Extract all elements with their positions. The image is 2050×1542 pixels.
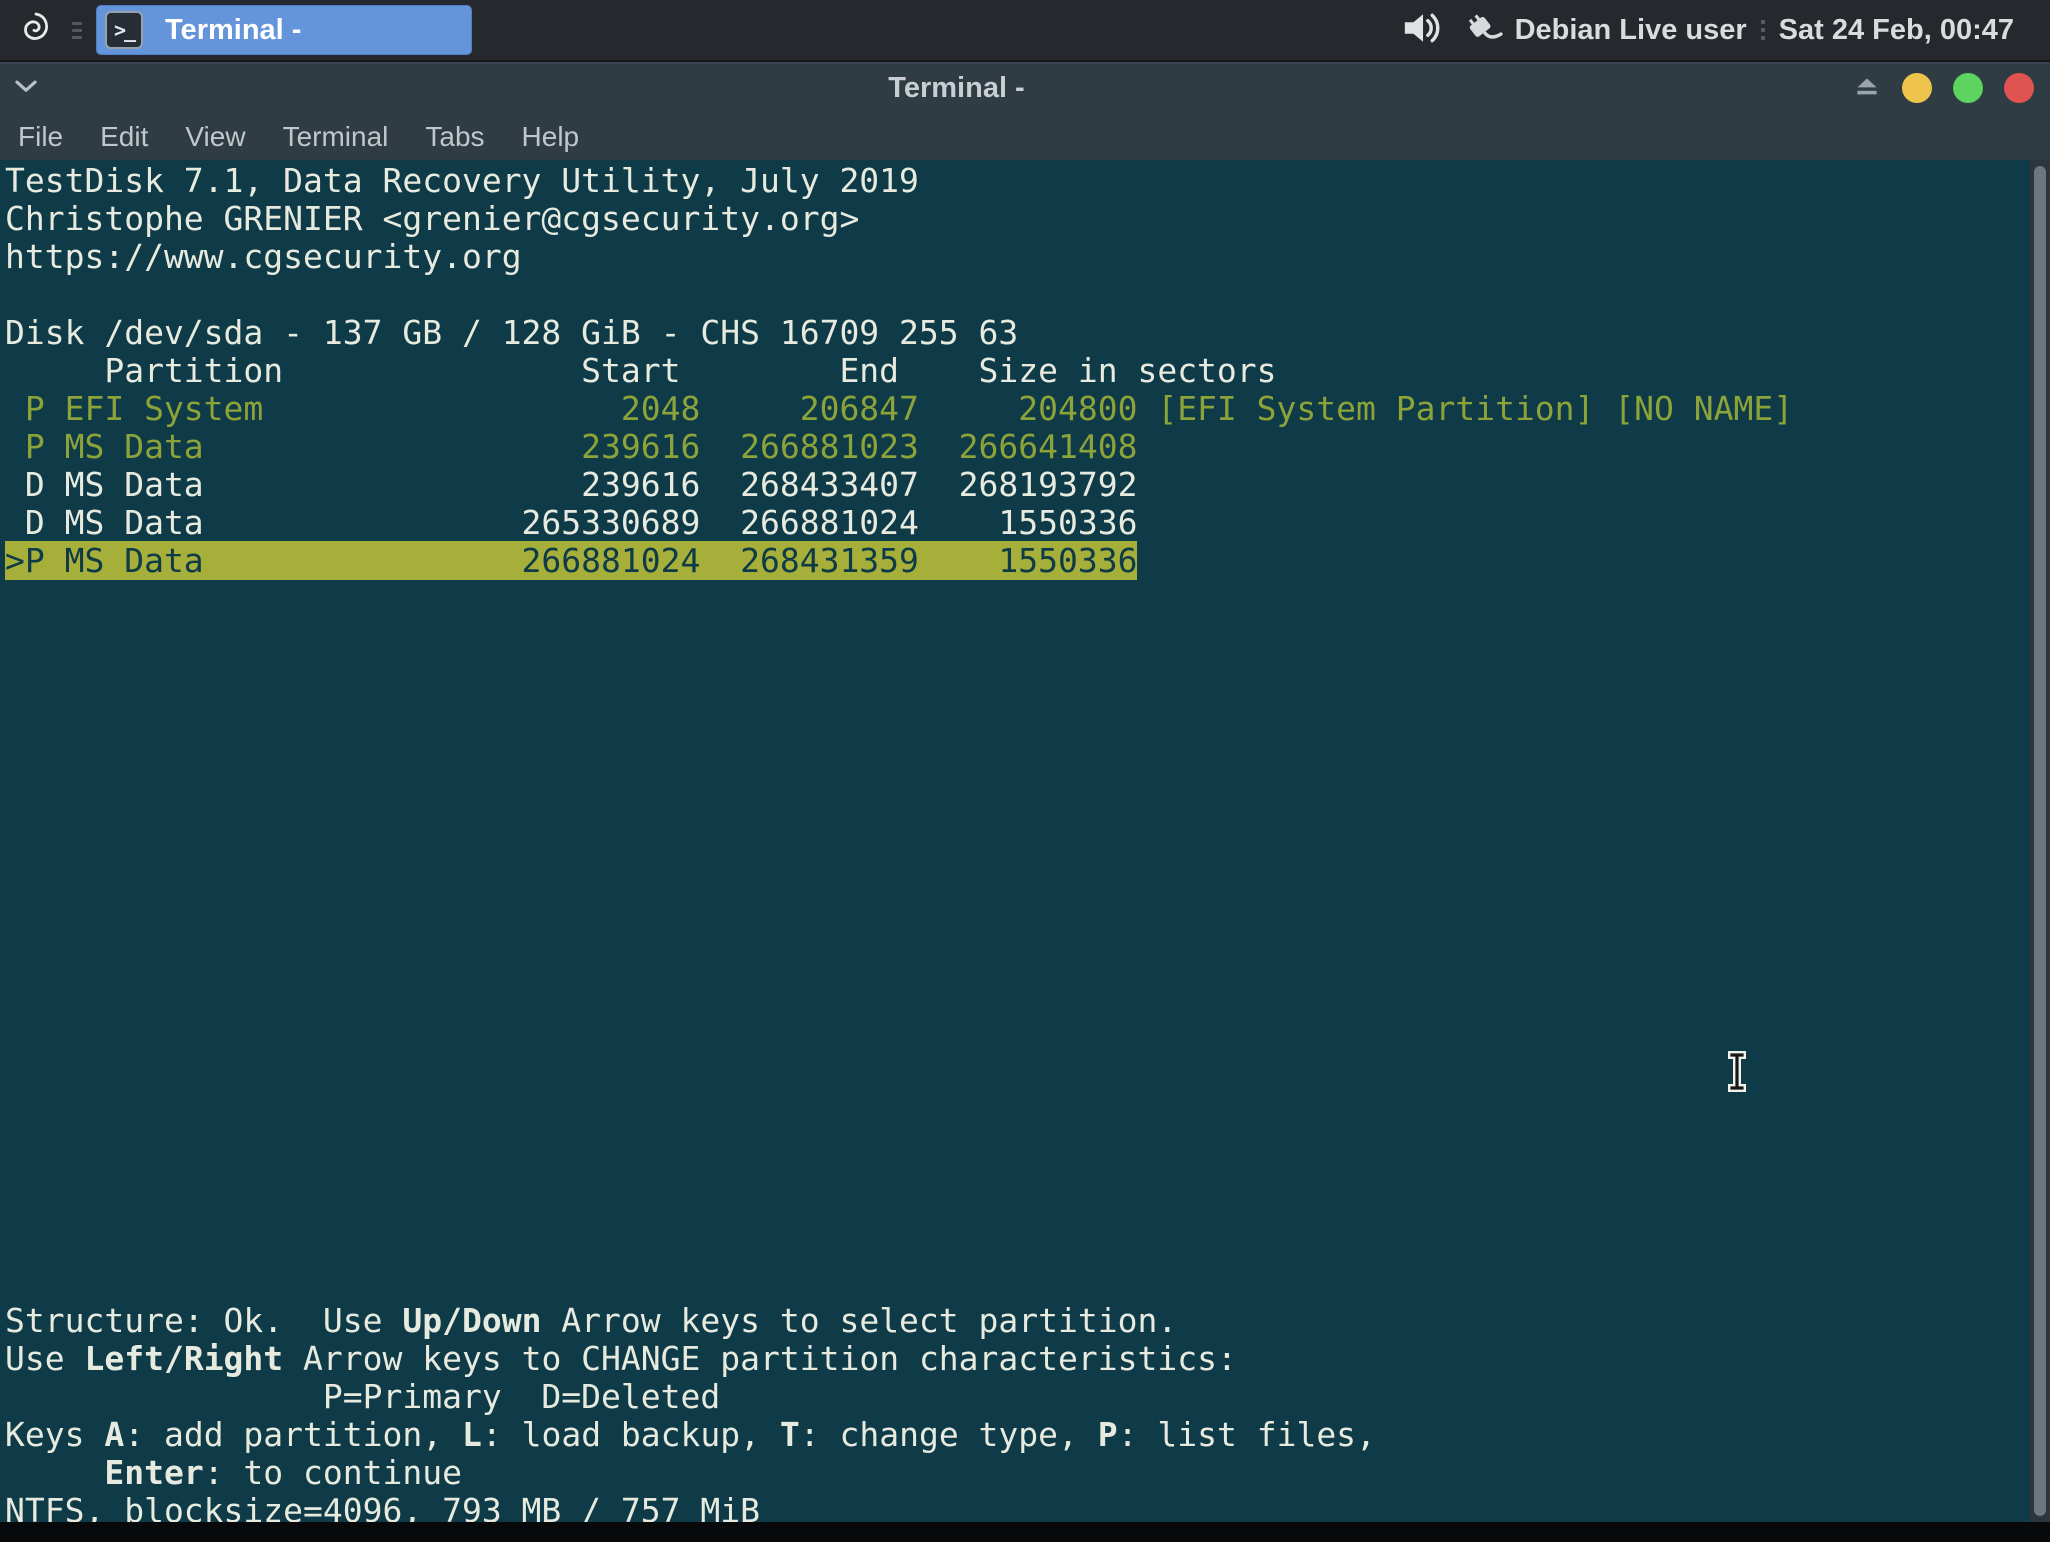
close-button[interactable] [2004, 73, 2034, 103]
terminal-line [5, 618, 2050, 656]
terminal-line: Keys A: add partition, L: load backup, T… [5, 1416, 2050, 1454]
logged-in-user-label: Debian Live user [1515, 14, 1747, 47]
menu-item-file[interactable]: File [18, 121, 63, 153]
desktop-bottom-strip [0, 1522, 2050, 1542]
window-titlebar: Terminal - [0, 62, 2050, 114]
volume-icon[interactable] [1401, 8, 1447, 53]
scrollbar-track[interactable] [2030, 160, 2050, 1522]
terminal-output[interactable]: TestDisk 7.1, Data Recovery Utility, Jul… [0, 160, 2050, 1530]
eject-icon [1853, 75, 1881, 102]
terminal-line [5, 656, 2050, 694]
terminal-line: TestDisk 7.1, Data Recovery Utility, Jul… [5, 162, 2050, 200]
maximize-button[interactable] [1953, 73, 1983, 103]
menu-item-view[interactable]: View [185, 121, 245, 153]
terminal-line: P EFI System 2048 206847 204800 [EFI Sys… [5, 390, 2050, 428]
top-panel: >_ Terminal - Debian Live user Sat 24 Fe… [0, 0, 2050, 62]
terminal-line: Use Left/Right Arrow keys to CHANGE part… [5, 1340, 2050, 1378]
terminal-line: Enter: to continue [5, 1454, 2050, 1492]
debian-logo-icon[interactable] [12, 6, 56, 54]
menu-item-tabs[interactable]: Tabs [425, 121, 484, 153]
minimize-button[interactable] [1902, 73, 1932, 103]
terminal-line: Christophe GRENIER <grenier@cgsecurity.o… [5, 200, 2050, 238]
terminal-viewport[interactable]: TestDisk 7.1, Data Recovery Utility, Jul… [0, 160, 2050, 1522]
chevron-down-icon [13, 78, 39, 99]
terminal-line [5, 1188, 2050, 1226]
terminal-line [5, 922, 2050, 960]
terminal-line: Disk /dev/sda - 137 GB / 128 GiB - CHS 1… [5, 314, 2050, 352]
terminal-line [5, 884, 2050, 922]
selected-partition-row: >P MS Data 266881024 268431359 1550336 [5, 542, 2050, 580]
terminal-line: P MS Data 239616 266881023 266641408 [5, 428, 2050, 466]
clock[interactable]: Sat 24 Feb, 00:47 [1779, 14, 2014, 47]
terminal-line [5, 998, 2050, 1036]
scrollbar-thumb[interactable] [2034, 166, 2046, 1516]
terminal-line [5, 770, 2050, 808]
terminal-taskbar-button[interactable]: >_ Terminal - [96, 5, 472, 55]
terminal-menubar: File Edit View Terminal Tabs Help [0, 114, 2050, 160]
terminal-line: Partition Start End Size in sectors [5, 352, 2050, 390]
terminal-line [5, 732, 2050, 770]
terminal-line [5, 1226, 2050, 1264]
terminal-line [5, 1264, 2050, 1302]
panel-separator-icon [1761, 20, 1765, 40]
taskbar-button-label: Terminal - [165, 14, 301, 47]
terminal-line [5, 1112, 2050, 1150]
menu-item-edit[interactable]: Edit [100, 121, 148, 153]
terminal-line: https://www.cgsecurity.org [5, 238, 2050, 276]
terminal-line: D MS Data 239616 268433407 268193792 [5, 466, 2050, 504]
network-icon[interactable] [1459, 7, 1503, 54]
terminal-line [5, 276, 2050, 314]
window-title: Terminal - [60, 72, 1853, 105]
terminal-line [5, 960, 2050, 998]
window-shade-button[interactable] [0, 78, 60, 99]
terminal-line: P=Primary D=Deleted [5, 1378, 2050, 1416]
rollup-button[interactable] [1853, 76, 1881, 100]
terminal-line [5, 694, 2050, 732]
panel-handle-icon [72, 22, 82, 39]
terminal-line [5, 1150, 2050, 1188]
ibeam-cursor [1727, 1050, 1747, 1099]
terminal-line: D MS Data 265330689 266881024 1550336 [5, 504, 2050, 542]
terminal-line [5, 808, 2050, 846]
terminal-app-icon: >_ [105, 11, 143, 49]
menu-item-terminal[interactable]: Terminal [283, 121, 389, 153]
terminal-line [5, 580, 2050, 618]
menu-item-help[interactable]: Help [522, 121, 580, 153]
terminal-line: Structure: Ok. Use Up/Down Arrow keys to… [5, 1302, 2050, 1340]
terminal-line [5, 846, 2050, 884]
